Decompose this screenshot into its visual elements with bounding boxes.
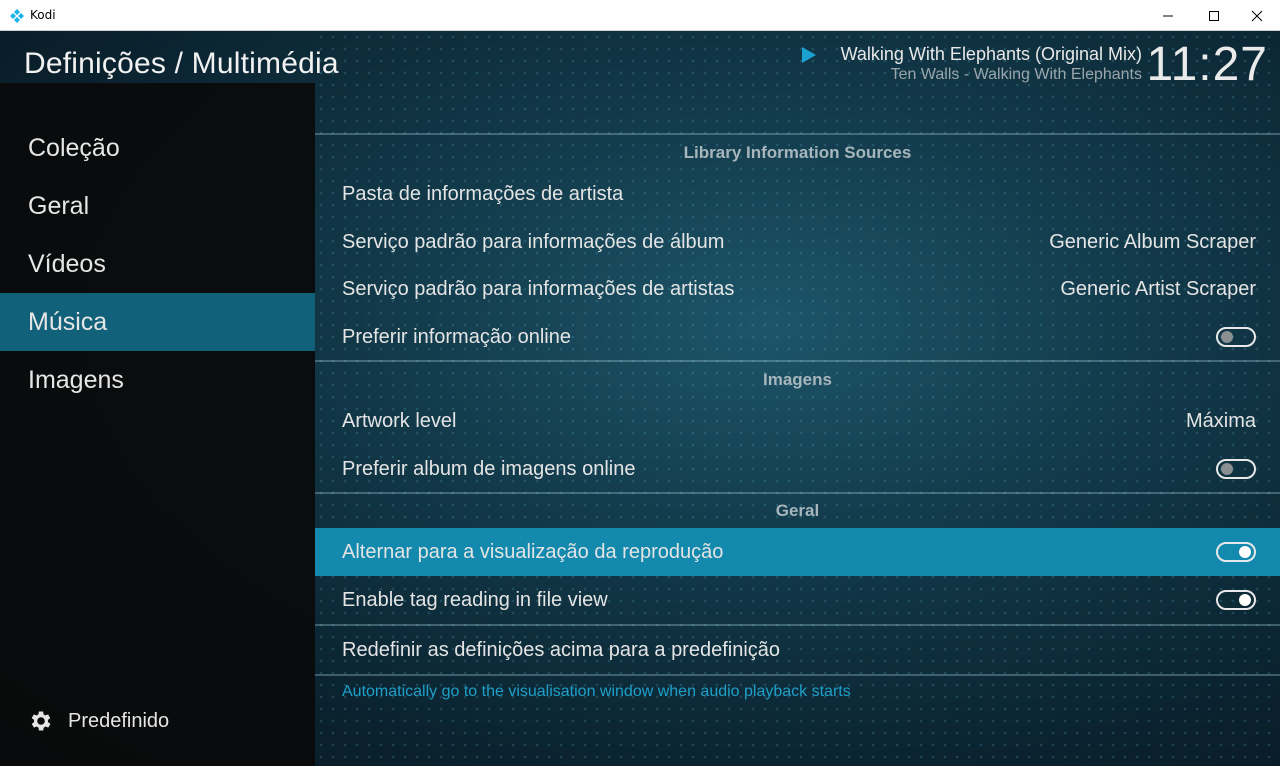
sidebar: Coleção Geral Vídeos Música Imagens Pred… <box>0 83 315 766</box>
kodi-logo-icon <box>10 9 24 23</box>
page-title: Definições / Multimédia <box>24 47 339 80</box>
sidebar-item-label: Geral <box>28 191 90 220</box>
setting-switch-to-visualisation[interactable]: Alternar para a visualização da reproduç… <box>315 528 1280 576</box>
toggle-switch[interactable] <box>1216 459 1256 479</box>
setting-prefer-online-album-art[interactable]: Preferir album de imagens online <box>315 445 1280 493</box>
sidebar-item-musica[interactable]: Música <box>0 293 315 351</box>
sidebar-item-label: Vídeos <box>28 249 106 278</box>
sidebar-item-imagens[interactable]: Imagens <box>0 351 315 409</box>
setting-label: Preferir informação online <box>342 325 571 348</box>
sidebar-item-colecao[interactable]: Coleção <box>0 119 315 177</box>
sidebar-item-geral[interactable]: Geral <box>0 177 315 235</box>
window-titlebar: Kodi <box>0 0 1280 31</box>
settings-list: Library Information Sources Pasta de inf… <box>315 31 1280 766</box>
kodi-app: Definições / Multimédia Walking With Ele… <box>0 31 1280 766</box>
setting-prefer-online-info[interactable]: Preferir informação online <box>315 313 1280 361</box>
setting-label: Pasta de informações de artista <box>342 182 624 205</box>
sidebar-item-label: Coleção <box>28 133 120 162</box>
section-header-general: Geral <box>775 501 820 520</box>
close-icon <box>1251 10 1263 21</box>
divider <box>315 133 1280 135</box>
minimize-icon <box>1163 15 1173 16</box>
maximize-button[interactable] <box>1191 0 1237 31</box>
setting-label: Serviço padrão para informações de álbum <box>342 230 725 253</box>
minimize-button[interactable] <box>1145 0 1191 31</box>
setting-label: Artwork level <box>342 409 457 432</box>
setting-album-scraper[interactable]: Serviço padrão para informações de álbum… <box>315 218 1280 266</box>
sidebar-item-videos[interactable]: Vídeos <box>0 235 315 293</box>
sidebar-item-label: Imagens <box>28 365 124 394</box>
settings-level-button[interactable]: Predefinido <box>28 708 169 734</box>
divider <box>315 674 1280 676</box>
section-header-images: Imagens <box>763 370 832 389</box>
sidebar-item-label: Música <box>28 307 108 336</box>
window-title: Kodi <box>30 8 56 22</box>
setting-value: Generic Album Scraper <box>1049 230 1256 253</box>
close-button[interactable] <box>1234 0 1280 31</box>
toggle-switch[interactable] <box>1216 542 1256 562</box>
toggle-switch[interactable] <box>1216 327 1256 347</box>
settings-level-label: Predefinido <box>68 709 170 732</box>
setting-label: Alternar para a visualização da reproduç… <box>342 540 724 563</box>
setting-label: Serviço padrão para informações de artis… <box>342 277 735 300</box>
setting-description: Automatically go to the visualisation wi… <box>342 683 851 700</box>
section-header-library: Library Information Sources <box>683 143 912 162</box>
setting-value: Máxima <box>1185 409 1256 432</box>
divider <box>315 360 1280 362</box>
maximize-icon <box>1209 10 1219 21</box>
setting-label: Preferir album de imagens online <box>342 457 636 480</box>
toggle-switch[interactable] <box>1216 590 1256 610</box>
setting-value: Generic Artist Scraper <box>1060 277 1256 300</box>
setting-artist-scraper[interactable]: Serviço padrão para informações de artis… <box>315 265 1280 313</box>
reset-settings-button[interactable]: Redefinir as definições acima para a pre… <box>315 626 1280 674</box>
setting-artwork-level[interactable]: Artwork level Máxima <box>315 397 1280 445</box>
setting-tag-reading[interactable]: Enable tag reading in file view <box>315 576 1280 624</box>
setting-label: Enable tag reading in file view <box>342 588 608 611</box>
gear-icon <box>31 711 51 731</box>
divider <box>315 492 1280 494</box>
setting-artist-info-folder[interactable]: Pasta de informações de artista <box>315 170 1280 218</box>
setting-label: Redefinir as definições acima para a pre… <box>342 638 781 661</box>
